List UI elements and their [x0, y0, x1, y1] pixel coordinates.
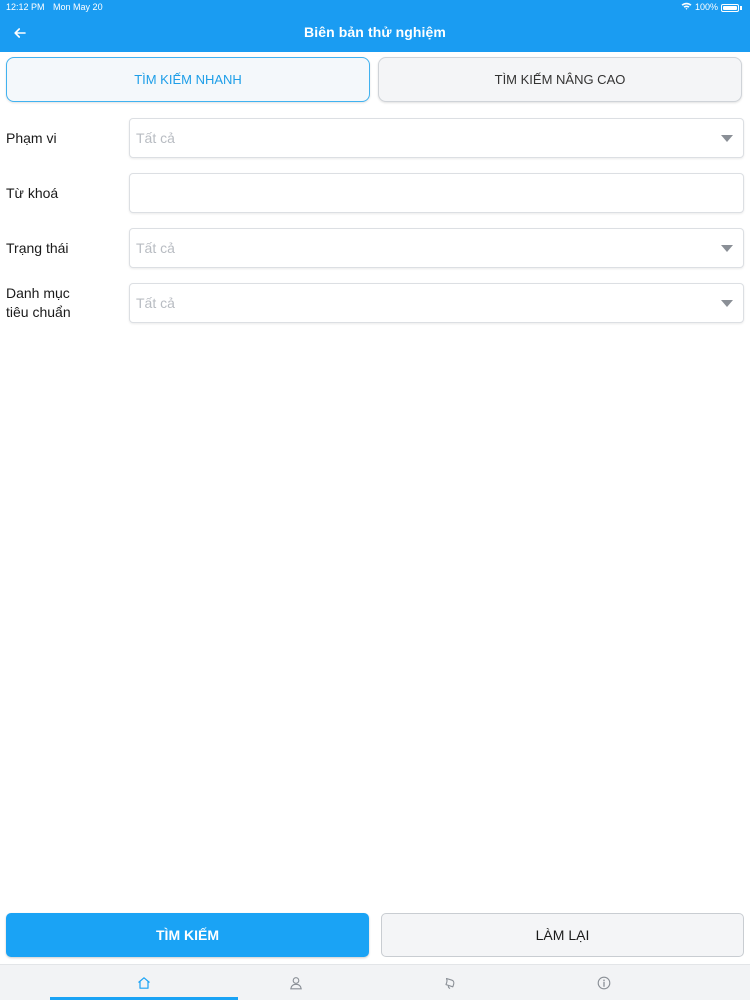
scope-dropdown[interactable]: Tất cả [129, 118, 744, 158]
category-placeholder: Tất cả [136, 295, 175, 311]
status-date: Mon May 20 [53, 2, 103, 12]
tab-quick-search[interactable]: TÌM KIẾM NHANH [6, 57, 370, 102]
battery-nub [740, 5, 742, 10]
keyword-label: Từ khoá [6, 184, 59, 201]
chevron-down-icon [721, 245, 733, 252]
status-bar: 12:12 PM Mon May 20 100% [0, 0, 750, 14]
scope-row: Phạm vi Tất cả [6, 118, 744, 158]
page-title: Biên bản thử nghiệm [304, 24, 446, 40]
scope-placeholder: Tất cả [136, 130, 175, 146]
category-label-line1: Danh mục [6, 285, 70, 301]
home-icon [138, 977, 150, 989]
chevron-down-icon [721, 135, 733, 142]
status-bar-left: 12:12 PM Mon May 20 [6, 0, 109, 14]
keyword-row: Từ khoá [6, 173, 744, 213]
app-header: 12:12 PM Mon May 20 100% Biên bản thử ng… [0, 0, 750, 52]
keyword-input[interactable] [130, 174, 743, 212]
info-icon [597, 976, 611, 990]
search-mode-tabs: TÌM KIẾM NHANH TÌM KIẾM NÂNG CAO [6, 57, 744, 104]
tab-advanced-search[interactable]: TÌM KIẾM NÂNG CAO [378, 57, 742, 102]
search-button[interactable]: TÌM KIẾM [6, 913, 369, 957]
category-dropdown[interactable]: Tất cả [129, 283, 744, 323]
category-row: Danh mục tiêu chuẩn Tất cả [6, 283, 744, 323]
battery-percent: 100% [694, 2, 718, 12]
status-time: 12:12 PM [6, 2, 45, 12]
keyword-field [129, 173, 744, 213]
status-row: Trạng thái Tất cả [6, 228, 744, 268]
status-label: Trạng thái [6, 239, 69, 256]
wifi-icon [681, 0, 692, 14]
status-dropdown[interactable]: Tất cả [129, 228, 744, 268]
scope-label: Phạm vi [6, 129, 57, 146]
status-bar-right: 100% [681, 0, 742, 14]
reset-button[interactable]: LÀM LẠI [381, 913, 744, 957]
battery-icon [721, 3, 739, 12]
category-label: Danh mục tiêu chuẩn [6, 283, 126, 323]
status-placeholder: Tất cả [136, 240, 175, 256]
bell-icon [445, 977, 455, 989]
category-label-line2: tiêu chuẩn [6, 304, 71, 320]
nav-info[interactable] [510, 965, 698, 1001]
user-icon [290, 977, 302, 990]
bottom-tab-bar [0, 964, 750, 1000]
chevron-down-icon [721, 300, 733, 307]
